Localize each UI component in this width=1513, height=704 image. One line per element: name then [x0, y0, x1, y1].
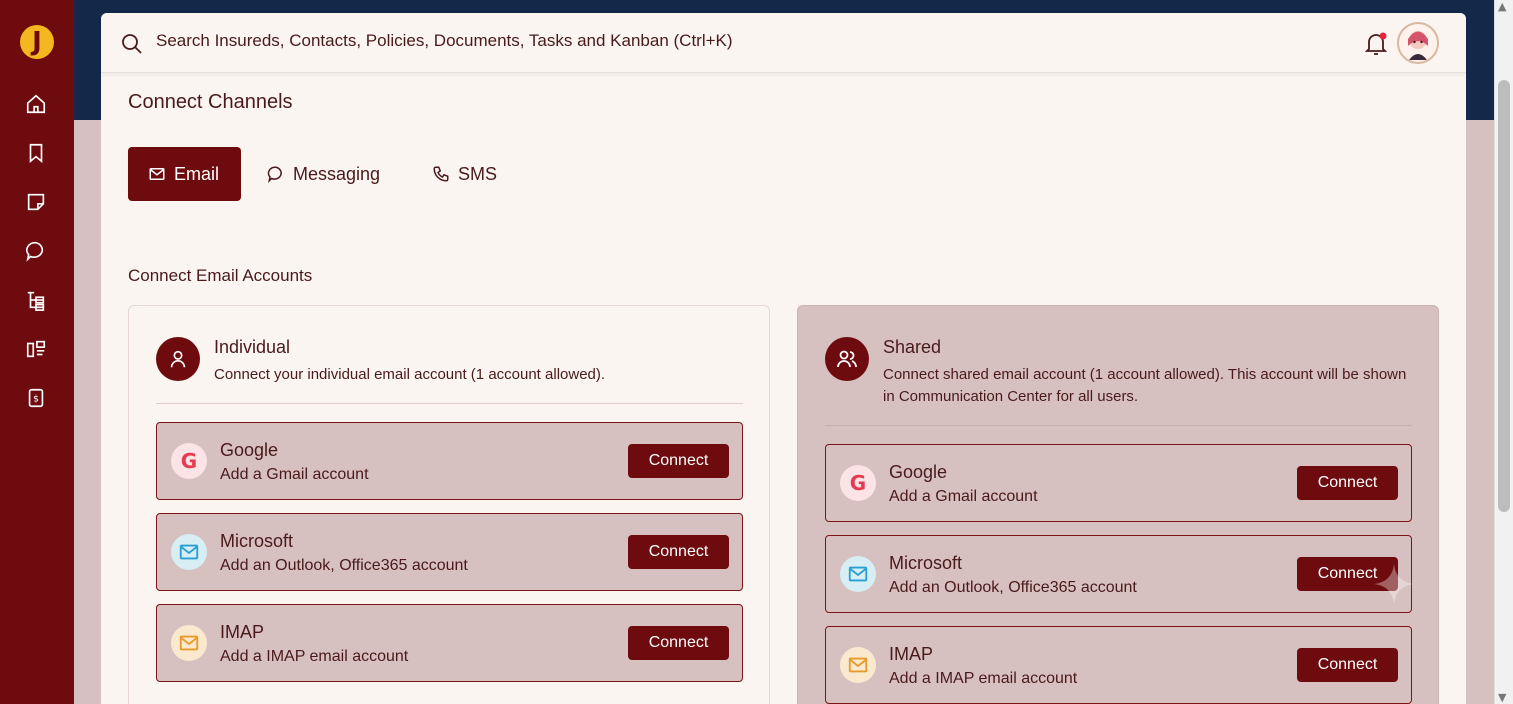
phone-icon — [433, 166, 449, 182]
provider-subtitle: Add a IMAP email account — [889, 670, 1078, 687]
user-icon — [156, 337, 200, 381]
card-title: Individual — [214, 337, 291, 357]
app-logo[interactable]: J — [20, 25, 54, 59]
hierarchy-icon[interactable] — [24, 288, 48, 312]
provider-name: Microsoft — [889, 553, 963, 573]
kanban-icon[interactable] — [24, 337, 48, 361]
users-icon — [825, 337, 869, 381]
provider-microsoft: Microsoft Add an Outlook, Office365 acco… — [825, 535, 1412, 613]
main-panel: Search Insureds, Contacts, Policies, Doc… — [101, 13, 1466, 704]
mail-icon — [149, 168, 165, 180]
provider-subtitle: Add a Gmail account — [889, 488, 1038, 505]
page-title: Connect Channels — [128, 91, 293, 113]
chat-icon[interactable] — [24, 239, 48, 263]
google-icon: G — [840, 465, 876, 501]
search-input[interactable]: Search Insureds, Contacts, Policies, Doc… — [156, 31, 733, 51]
provider-imap: IMAP Add a IMAP email account Connect — [156, 604, 743, 682]
svg-text:G: G — [850, 471, 866, 495]
divider — [825, 425, 1412, 426]
sidebar: J $ — [0, 0, 74, 704]
card-description: Connect your individual email account (1… — [214, 366, 606, 383]
imap-mail-icon — [840, 647, 876, 683]
connect-imap-button[interactable]: Connect — [628, 626, 729, 660]
svg-text:G: G — [181, 449, 197, 473]
imap-mail-icon — [171, 625, 207, 661]
notification-bell-icon[interactable] — [1364, 31, 1388, 57]
shared-card: Shared Connect shared email account (1 a… — [797, 305, 1439, 704]
tab-sms[interactable]: SMS — [432, 147, 497, 201]
provider-name: IMAP — [220, 622, 265, 642]
provider-google: G Google Add a Gmail account Connect — [156, 422, 743, 500]
provider-name: Google — [889, 462, 948, 482]
search-icon — [120, 32, 144, 56]
tab-label: Messaging — [293, 163, 381, 184]
sparkle-icon — [1372, 562, 1416, 606]
svg-text:$: $ — [33, 394, 39, 405]
sticky-note-icon[interactable] — [24, 190, 48, 214]
scroll-thumb[interactable] — [1498, 80, 1510, 512]
provider-microsoft: Microsoft Add an Outlook, Office365 acco… — [156, 513, 743, 591]
connect-imap-button[interactable]: Connect — [1297, 648, 1398, 682]
provider-subtitle: Add a IMAP email account — [220, 648, 409, 665]
receipt-icon[interactable]: $ — [24, 386, 48, 410]
outlook-mail-icon — [840, 556, 876, 592]
tab-messaging[interactable]: Messaging — [267, 147, 380, 201]
provider-google: G Google Add a Gmail account Connect — [825, 444, 1412, 522]
provider-name: Google — [220, 440, 279, 460]
home-icon[interactable] — [24, 92, 48, 116]
connect-google-button[interactable]: Connect — [628, 444, 729, 478]
provider-subtitle: Add a Gmail account — [220, 466, 369, 483]
provider-subtitle: Add an Outlook, Office365 account — [889, 579, 1137, 596]
tab-email[interactable]: Email — [128, 147, 242, 201]
divider — [156, 403, 743, 404]
connect-microsoft-button[interactable]: Connect — [628, 535, 729, 569]
provider-name: Microsoft — [220, 531, 294, 551]
provider-subtitle: Add an Outlook, Office365 account — [220, 557, 468, 574]
google-icon: G — [171, 443, 207, 479]
individual-card: Individual Connect your individual email… — [128, 305, 770, 704]
user-avatar[interactable] — [1397, 22, 1439, 64]
connect-google-button[interactable]: Connect — [1297, 466, 1398, 500]
scroll-down-arrow-icon[interactable]: ▼ — [1498, 691, 1506, 704]
tab-label: SMS — [458, 163, 498, 184]
scroll-up-arrow-icon[interactable]: ▲ — [1498, 0, 1506, 13]
outlook-mail-icon — [171, 534, 207, 570]
search-bar[interactable]: Search Insureds, Contacts, Policies, Doc… — [101, 13, 1466, 73]
tab-label: Email — [174, 163, 220, 184]
provider-imap: IMAP Add a IMAP email account Connect — [825, 626, 1412, 704]
page-scrollbar[interactable]: ▲ ▼ — [1494, 0, 1513, 704]
card-title: Shared — [883, 337, 942, 357]
bookmark-icon[interactable] — [24, 141, 48, 165]
provider-name: IMAP — [889, 644, 934, 664]
chat-bubble-icon — [267, 166, 282, 183]
card-description: Connect shared email account (1 account … — [883, 366, 1407, 405]
section-title: Connect Email Accounts — [128, 266, 313, 285]
